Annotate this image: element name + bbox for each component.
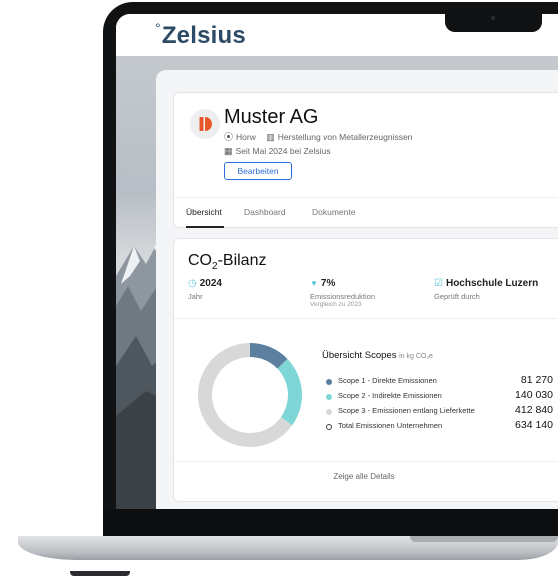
scope-value: 140 030 xyxy=(515,389,553,401)
show-all-details[interactable]: Zeige alle Details xyxy=(174,461,558,502)
calendar-icon: ▦ xyxy=(224,146,233,156)
member-since: ▦ Seit Mai 2024 bei Zelsius xyxy=(224,146,331,156)
tab-uebersicht[interactable]: Übersicht xyxy=(186,207,222,217)
scope-row-2: Scope 2 - Indirekte Emissionen 140 030 xyxy=(322,389,558,405)
tab-dokumente[interactable]: Dokumente xyxy=(312,207,355,217)
kpi-year: ◷ 2024 xyxy=(188,278,222,289)
arrow-down-icon: ▼ xyxy=(310,279,318,288)
scope-value: 81 270 xyxy=(520,374,553,386)
donut-slice-scope-2 xyxy=(277,358,302,426)
main-panel: Muster AG ⦿ Horw ▥ Herstellung von Metalle… xyxy=(156,70,558,509)
clock-icon: ◷ xyxy=(188,278,197,289)
zelsius-logo[interactable]: °Zelsius xyxy=(155,20,246,50)
laptop-screen: °Zelsius Muster AG ⦿ Horw ▥ Herstellung vo xyxy=(116,14,558,509)
scope-value: 634 140 xyxy=(515,419,553,431)
laptop-base-lip xyxy=(410,536,558,542)
kpi-verifier-label: Geprüft durch xyxy=(434,292,480,301)
scope-label: Scope 3 - Emissionen entlang Lieferkette xyxy=(338,406,475,415)
scopes-donut-chart xyxy=(198,343,302,447)
scope-2-dot xyxy=(326,394,332,400)
factory-icon: ▥ xyxy=(266,132,275,142)
company-logo xyxy=(190,109,220,139)
kpi-reduction: ▼ 7% xyxy=(310,278,336,289)
laptop-foot xyxy=(70,571,130,576)
company-location: Horw xyxy=(236,132,256,142)
checkbox-checked-icon: ☑ xyxy=(434,278,443,289)
kpi-reduction-label: Emissionsreduktion xyxy=(310,292,376,301)
scope-1-dot xyxy=(326,379,332,385)
camera-icon xyxy=(491,16,495,20)
company-card: Muster AG ⦿ Horw ▥ Herstellung von Metalle… xyxy=(173,92,558,228)
scope-label: Scope 2 - Indirekte Emissionen xyxy=(338,391,442,400)
scopes-title: Übersicht Scopes in kg CO₂e xyxy=(322,350,433,361)
company-meta: ⦿ Horw ▥ Herstellung von Metallerzeugnisse… xyxy=(224,130,412,143)
scope-label: Total Emissionen Unternehmen xyxy=(338,421,443,430)
show-all-details-label: Zeige alle Details xyxy=(333,472,395,481)
scope-row-1: Scope 1 - Direkte Emissionen 81 270 xyxy=(322,374,558,390)
tab-bar: Übersicht Dashboard Dokumente xyxy=(174,197,558,228)
company-industry: Herstellung von Metallerzeugnissen xyxy=(277,132,413,142)
location-pin-icon: ⦿ xyxy=(224,132,234,142)
kpi-year-label: Jahr xyxy=(188,292,203,301)
kpi-verifier: ☑ Hochschule Luzern xyxy=(434,278,539,289)
edit-button[interactable]: Bearbeiten xyxy=(224,162,292,180)
scope-row-total: Total Emissionen Unternehmen 634 140 xyxy=(322,419,558,435)
total-dot xyxy=(326,424,332,430)
scope-3-dot xyxy=(326,409,332,415)
divider xyxy=(174,318,558,319)
tab-dashboard[interactable]: Dashboard xyxy=(244,207,286,217)
scope-label: Scope 1 - Direkte Emissionen xyxy=(338,376,437,385)
active-tab-indicator xyxy=(186,226,224,228)
kpi-reduction-sub: Vergleich zu 2023 xyxy=(310,301,362,308)
co2-title: CO2-Bilanz xyxy=(188,252,267,273)
company-name: Muster AG xyxy=(224,106,319,128)
scope-row-3: Scope 3 - Emissionen entlang Lieferkette… xyxy=(322,404,558,420)
scope-value: 412 840 xyxy=(515,404,553,416)
co2-balance-card: CO2-Bilanz ◷ 2024 Jahr ▼ 7% Emissionsreduk… xyxy=(173,238,558,502)
